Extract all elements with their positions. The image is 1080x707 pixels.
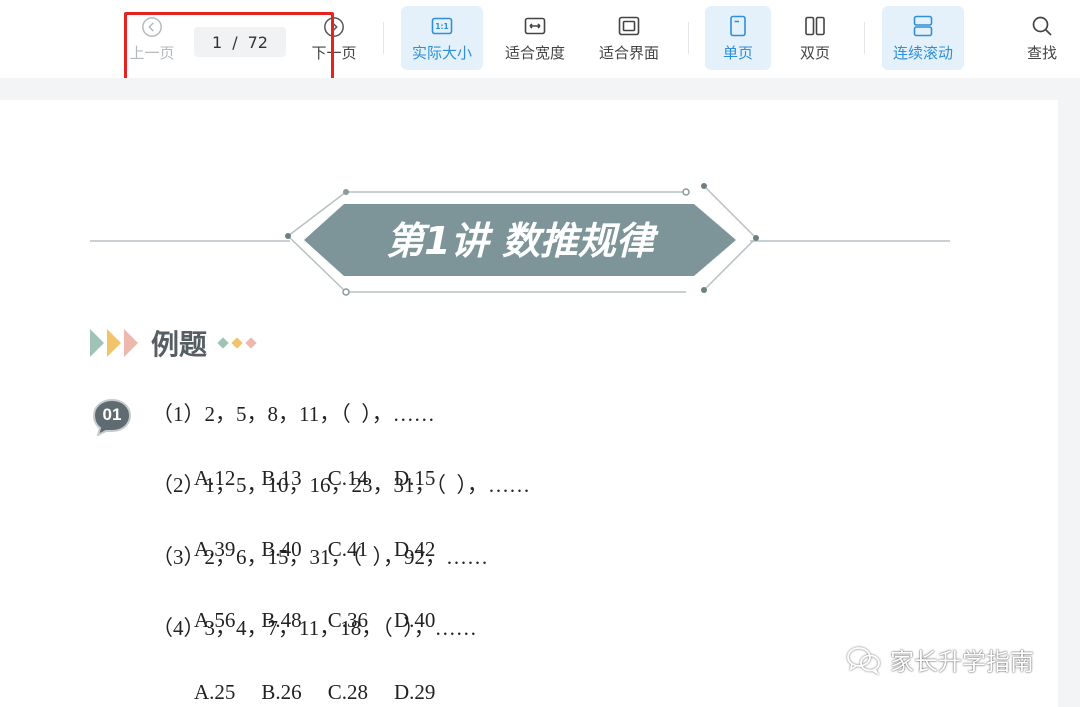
option: D.29 [393,679,436,704]
fit-page-label: 适合界面 [598,43,659,62]
problem-list: （1）2，5，8，11，（ ），…… A.12 B.13 C.14 D.15 （2）1… [152,400,530,704]
toolbar-divider [864,22,865,54]
section-marker [107,329,121,357]
search-button[interactable]: 查找 [1012,6,1072,70]
document-page: 第1讲 数推规律 例题 01 （1）2，5，8，11，（ ），…… A.12 B.… [0,100,1058,707]
option: C.28 [327,679,368,704]
chevron-left-circle-icon [142,17,162,37]
continuous-scroll-label: 连续滚动 [892,43,953,62]
next-page-button[interactable]: 下一页 [304,16,364,63]
prev-page-button[interactable]: 上一页 [128,16,176,63]
problem-stem: （2）1，5，10，16，23，31，（ ），…… [152,473,530,498]
problem-options: A.12 B.13 C.14 D.15 [152,436,530,490]
option: B.26 [261,679,302,704]
section-marker [90,329,104,357]
watermark-text: 家长升学指南 [890,648,1034,676]
toolbar-divider [688,22,689,54]
search-label: 查找 [1026,43,1057,62]
fit-page-icon [618,16,640,35]
decor-dot [231,337,243,349]
problem-options: A.56 B.48 C.36 D.40 [152,578,530,632]
two-page-button[interactable]: 双页 [782,6,848,70]
problem-stem: （1）2，5，8，11，（ ），…… [152,402,435,426]
prev-page-label: 上一页 [129,44,175,62]
svg-text:1:1: 1:1 [435,22,448,31]
wechat-icon [847,646,880,675]
search-icon [1032,16,1052,36]
actual-size-icon: 1:1 [431,17,453,34]
lecture-title-banner: 第1讲 数推规律 [285,183,759,296]
toolbar-divider [383,22,384,54]
question-number: 01 [102,405,122,424]
fit-width-label: 适合宽度 [504,43,565,62]
continuous-scroll-icon [913,15,933,36]
lecture-title: 第1讲 数推规律 [386,219,659,263]
page-separator: / [232,32,238,52]
actual-size-button[interactable]: 1:1 实际大小 [401,6,483,70]
fit-width-button[interactable]: 适合宽度 [496,6,574,70]
decor-dot [245,337,257,349]
page-navigator: 上一页 1 / 72 下一页 [128,10,364,72]
problem-options: A.39 B.40 C.41 D.42 [152,507,530,561]
problem-options: A.25 B.26 C.28 D.29 [152,650,530,704]
continuous-scroll-button[interactable]: 连续滚动 [882,6,964,70]
problem-stem: （3）2，6，15，31，（ ），92，…… [152,544,488,569]
next-page-label: 下一页 [311,44,357,62]
document-viewport[interactable]: 第1讲 数推规律 例题 01 （1）2，5，8，11，（ ），…… A.12 B.… [0,78,1080,707]
fit-width-icon [524,17,546,34]
viewer-toolbar: 上一页 1 / 72 下一页 1:1 实际大小 适合宽度 适合界面 单页 双页 [0,0,1080,82]
page-number-input[interactable]: 1 / 72 [194,27,286,57]
two-page-label: 双页 [799,43,830,62]
actual-size-label: 实际大小 [411,43,472,62]
section-heading: 例题 [90,325,257,361]
decor-dot [217,337,229,349]
decor-dots [217,337,257,349]
total-pages: 72 [247,32,268,52]
current-page[interactable]: 1 [212,33,222,52]
watermark: 家长升学指南 [846,642,1034,677]
banner-line-left [90,240,290,242]
section-marker [124,329,138,357]
chevron-right-circle-icon [324,17,344,37]
section-title: 例题 [151,328,208,361]
question-badge: 01 [92,398,132,437]
banner-line-right [750,240,950,242]
fit-page-button[interactable]: 适合界面 [590,6,668,70]
single-page-button[interactable]: 单页 [705,6,771,70]
option: A.25 [194,679,236,704]
problem-stem: （4）3，4，7，11，18，（ ），…… [152,616,477,641]
single-page-icon [730,15,746,36]
single-page-label: 单页 [722,43,753,62]
two-page-icon [805,16,825,35]
